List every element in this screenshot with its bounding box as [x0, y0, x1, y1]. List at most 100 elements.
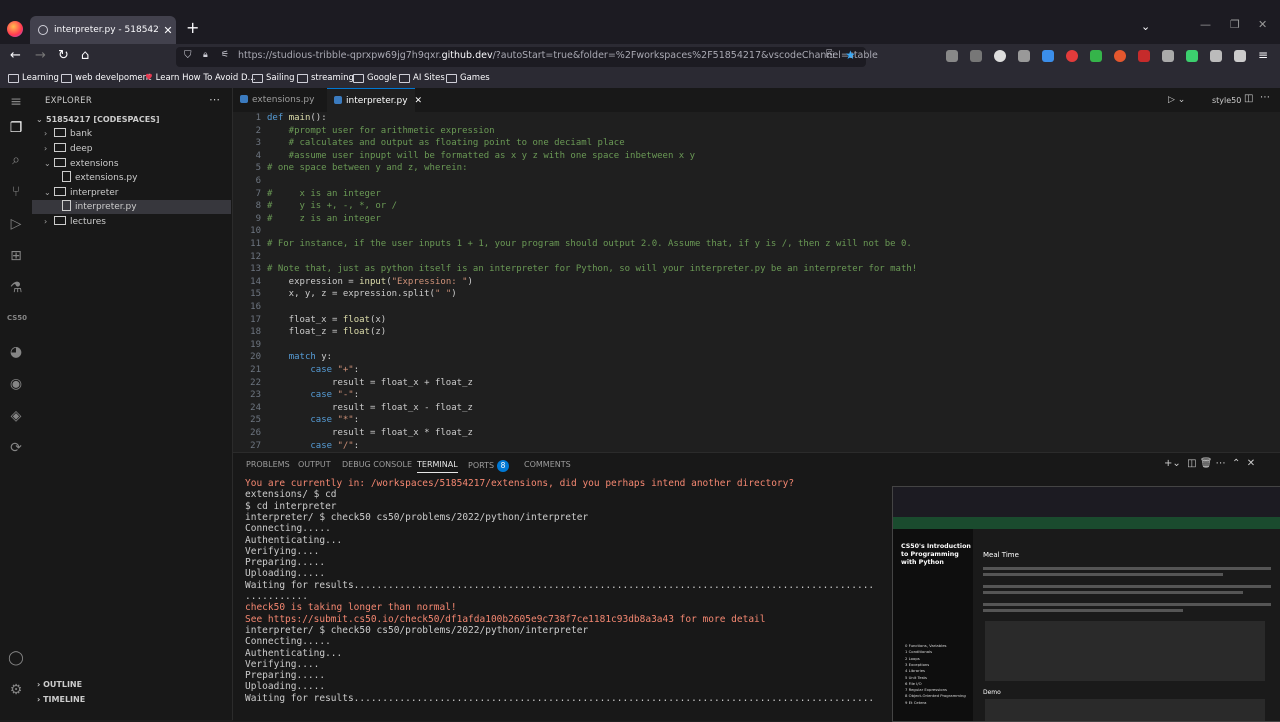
- docker-icon[interactable]: ◈: [7, 408, 25, 426]
- bookmark-link[interactable]: ♥ Learn How To Avoid D...: [145, 73, 256, 83]
- shield-icon[interactable]: ⛉: [184, 50, 192, 61]
- code-line[interactable]: # For instance, if the user inputs 1 + 1…: [267, 239, 912, 249]
- more-actions-icon[interactable]: ⋯: [1260, 92, 1270, 103]
- code-line[interactable]: float_z = float(z): [267, 327, 387, 337]
- extension-icon[interactable]: [1210, 50, 1222, 62]
- bookmark-folder[interactable]: Learning: [8, 73, 59, 83]
- more-actions-icon[interactable]: ⋯: [1216, 458, 1226, 469]
- code-line[interactable]: case "/":: [267, 441, 359, 451]
- code-line[interactable]: # x is an integer: [267, 189, 381, 199]
- code-line[interactable]: expression = input("Expression: "): [267, 277, 473, 287]
- menu-icon[interactable]: ≡: [7, 94, 25, 112]
- url-text[interactable]: https://studious-tribble-qprxpw69jg7h9qx…: [238, 50, 878, 61]
- picture-in-picture-video[interactable]: CS50's Introduction to Programming with …: [892, 486, 1280, 722]
- search-icon[interactable]: ⌕: [7, 152, 25, 170]
- browser-tab[interactable]: interpreter.py - 51854217 [Codespaces ✕: [30, 16, 176, 44]
- new-tab-button[interactable]: +: [186, 18, 199, 37]
- tab-debug-console[interactable]: DEBUG CONSOLE: [342, 460, 412, 469]
- code-line[interactable]: float_x = float(x): [267, 315, 387, 325]
- tab-terminal[interactable]: TERMINAL: [417, 460, 458, 473]
- code-line[interactable]: # one space between y and z, wherein:: [267, 163, 467, 173]
- tree-file-extensions-py[interactable]: extensions.py: [62, 171, 137, 185]
- extension-icon[interactable]: [1138, 50, 1150, 62]
- settings-gear-icon[interactable]: ⚙: [7, 682, 25, 700]
- bookmark-star-icon[interactable]: ★: [845, 48, 856, 62]
- extension-icon[interactable]: [994, 50, 1006, 62]
- style50-button[interactable]: style50: [1212, 96, 1241, 105]
- back-arrow-icon[interactable]: ←: [10, 48, 21, 63]
- tab-ports[interactable]: PORTS 8: [468, 460, 510, 472]
- extensions-puzzle-icon[interactable]: [1234, 50, 1246, 62]
- extensions-icon[interactable]: ⊞: [7, 248, 25, 266]
- code-line[interactable]: # y is +, -, *, or /: [267, 201, 397, 211]
- extension-icon[interactable]: [1066, 50, 1078, 62]
- code-line[interactable]: case "+":: [267, 365, 359, 375]
- tree-file-interpreter-py[interactable]: interpreter.py: [62, 200, 137, 214]
- code-line[interactable]: #prompt user for arithmetic expression: [267, 126, 495, 136]
- source-control-icon[interactable]: ⑂: [7, 184, 25, 202]
- tab-extensions-py[interactable]: extensions.py: [233, 88, 327, 112]
- pocket-icon[interactable]: [970, 50, 982, 62]
- bookmark-folder[interactable]: streaming: [297, 73, 354, 83]
- split-terminal-icon[interactable]: ◫: [1187, 458, 1196, 469]
- tab-problems[interactable]: PROBLEMS: [246, 460, 290, 469]
- account-icon[interactable]: ◯: [7, 650, 25, 668]
- close-tab-icon[interactable]: ✕: [414, 96, 422, 106]
- close-tab-icon[interactable]: ✕: [160, 24, 176, 37]
- tab-comments[interactable]: COMMENTS: [524, 460, 571, 469]
- remote-explorer-icon[interactable]: ⟳: [7, 440, 25, 458]
- reader-view-icon[interactable]: ⎘: [826, 49, 834, 60]
- code-line[interactable]: result = float_x - float_z: [267, 403, 473, 413]
- bookmark-folder[interactable]: Games: [446, 73, 490, 83]
- home-icon[interactable]: ⌂: [81, 48, 89, 63]
- tree-folder-extensions[interactable]: ⌄ extensions: [44, 157, 119, 171]
- extension-icon[interactable]: [1114, 50, 1126, 62]
- maximize-panel-icon[interactable]: ⌃: [1232, 458, 1240, 469]
- split-editor-icon[interactable]: ◫: [1244, 93, 1253, 104]
- cs50-label[interactable]: CS50: [7, 314, 27, 332]
- permissions-icon[interactable]: ⚟: [221, 50, 229, 60]
- lock-icon[interactable]: 🔒︎: [203, 50, 208, 60]
- tree-folder-deep[interactable]: › deep: [44, 142, 93, 156]
- close-window-icon[interactable]: ✕: [1258, 18, 1267, 31]
- extension-icon[interactable]: [1018, 50, 1030, 62]
- reload-icon[interactable]: ↻: [58, 48, 69, 63]
- minimize-window-icon[interactable]: —: [1200, 18, 1211, 31]
- tab-interpreter-py[interactable]: interpreter.py ✕: [327, 88, 422, 113]
- close-panel-icon[interactable]: ✕: [1247, 458, 1255, 469]
- restore-window-icon[interactable]: ❐: [1230, 18, 1240, 31]
- tree-folder-interpreter[interactable]: ⌄ interpreter: [44, 186, 119, 200]
- code-line[interactable]: #assume user inpupt will be formatted as…: [267, 151, 695, 161]
- new-terminal-icon[interactable]: +⌄: [1164, 458, 1181, 469]
- trash-icon[interactable]: 🗑︎: [1200, 458, 1213, 469]
- bookmark-folder[interactable]: AI Sites: [399, 73, 445, 83]
- run-play-icon[interactable]: ▷ ⌄: [1168, 95, 1185, 105]
- code-line[interactable]: case "-":: [267, 390, 359, 400]
- extension-icon[interactable]: [1162, 50, 1174, 62]
- code-line[interactable]: result = float_x + float_z: [267, 378, 473, 388]
- bookmark-folder[interactable]: Sailing: [252, 73, 294, 83]
- outline-section[interactable]: › OUTLINE: [37, 680, 82, 689]
- github-icon[interactable]: ◉: [7, 376, 25, 394]
- forward-arrow-icon[interactable]: →: [35, 48, 46, 63]
- code-line[interactable]: # z is an integer: [267, 214, 381, 224]
- tree-folder-lectures[interactable]: › lectures: [44, 215, 106, 229]
- code-line[interactable]: x, y, z = expression.split(" "): [267, 289, 457, 299]
- tree-folder-bank[interactable]: › bank: [44, 127, 92, 141]
- code-line[interactable]: def main():: [267, 113, 327, 123]
- tab-output[interactable]: OUTPUT: [298, 460, 331, 469]
- list-all-tabs-icon[interactable]: ⌄: [1141, 20, 1150, 33]
- code-line[interactable]: result = float_x * float_z: [267, 428, 473, 438]
- timeline-section[interactable]: › TIMELINE: [37, 695, 85, 704]
- more-actions-icon[interactable]: ⋯: [209, 93, 220, 106]
- workspace-root[interactable]: ⌄ 51854217 [CODESPACES]: [36, 113, 160, 127]
- duck-icon[interactable]: ◕: [7, 344, 25, 362]
- code-line[interactable]: # calculates and output as floating poin…: [267, 138, 625, 148]
- extension-icon[interactable]: [1186, 50, 1198, 62]
- menu-icon[interactable]: ≡: [1258, 48, 1268, 62]
- testing-flask-icon[interactable]: ⚗: [7, 280, 25, 298]
- extension-icon[interactable]: [1090, 50, 1102, 62]
- bookmark-folder[interactable]: web develpoment: [61, 73, 151, 83]
- explorer-files-icon[interactable]: ❐: [7, 120, 25, 138]
- tools-icon[interactable]: [946, 50, 958, 62]
